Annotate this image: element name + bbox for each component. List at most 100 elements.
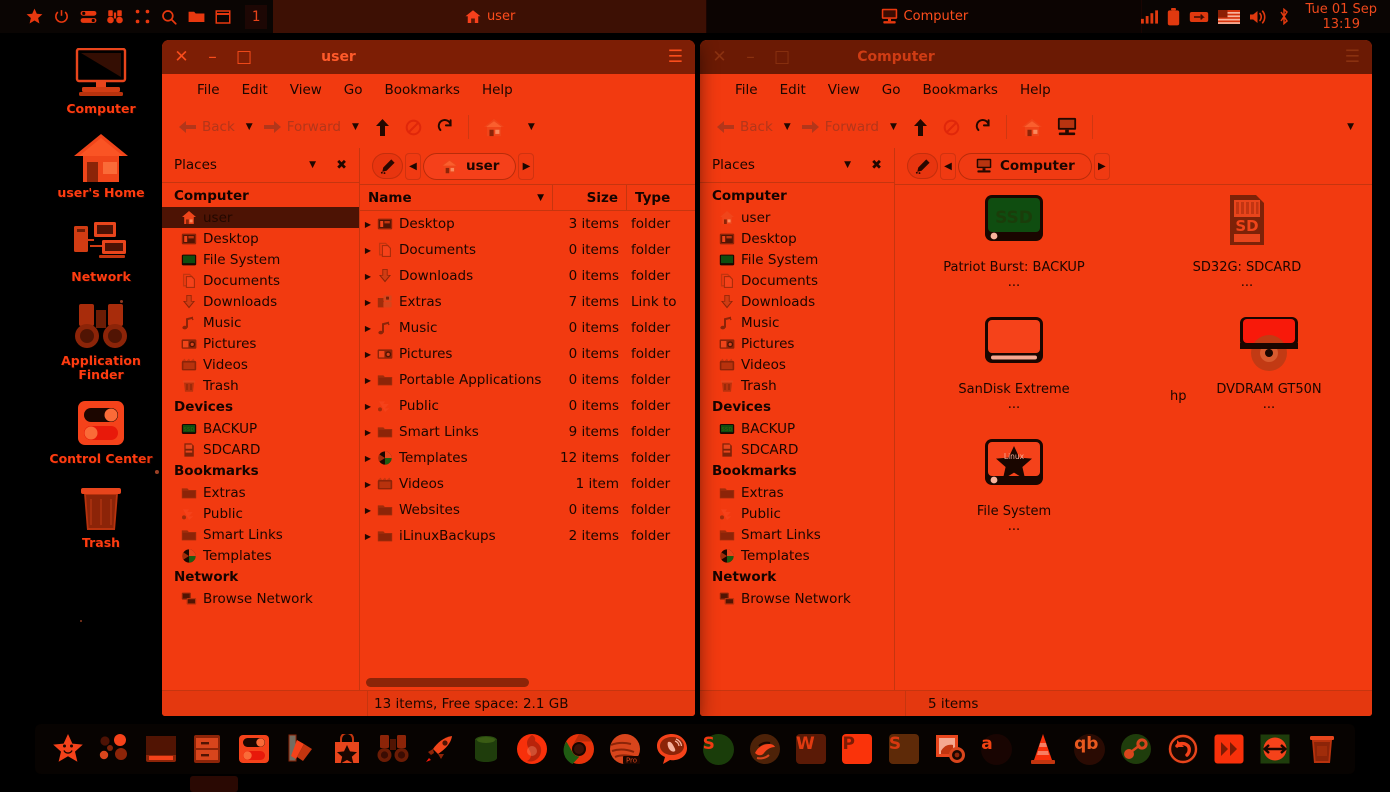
dock-color-palette[interactable]: [281, 730, 319, 768]
column-header-name[interactable]: Name ▼: [360, 184, 553, 211]
desktop-icon-trash[interactable]: Trash: [40, 480, 162, 550]
expander-icon[interactable]: ▶: [360, 454, 376, 463]
dock-trash-cylinder[interactable]: [467, 730, 505, 768]
column-header-type[interactable]: Type: [627, 185, 695, 211]
expander-icon[interactable]: ▶: [360, 350, 376, 359]
back-history-caret[interactable]: ▼: [778, 122, 797, 132]
dock-rocket[interactable]: [421, 730, 459, 768]
table-row[interactable]: ▶ Public 0 items folder: [360, 393, 695, 419]
menu-view[interactable]: View: [281, 79, 331, 101]
sidebar-item-videos[interactable]: Videos: [700, 354, 894, 375]
computer-item-sdcard[interactable]: SD SD32G: SDCARD ...: [1172, 191, 1322, 291]
file-rows[interactable]: ▶ Desktop 3 items folder ▶ Documents 0 items fo…: [360, 211, 695, 674]
table-row[interactable]: ▶ Templates 12 items folder: [360, 445, 695, 471]
sidebar-item-public[interactable]: Public: [162, 503, 359, 524]
sidebar-list[interactable]: Computer user Desktop File System Documents D…: [162, 182, 359, 690]
file-manager-window-user[interactable]: ✕ – □ user ☰ File Edit View Go Bookmarks…: [162, 40, 695, 716]
breadcrumb-user[interactable]: user: [423, 152, 517, 180]
menu-edit[interactable]: Edit: [771, 79, 815, 101]
toggle-switch-icon[interactable]: [76, 6, 100, 28]
horizontal-scrollbar[interactable]: [360, 674, 695, 690]
table-row[interactable]: ▶ Pictures 0 items folder: [360, 341, 695, 367]
dock-restore[interactable]: [1164, 730, 1202, 768]
chevron-down-icon[interactable]: ▼: [1341, 122, 1360, 132]
table-row[interactable]: ▶ Desktop 3 items folder: [360, 211, 695, 237]
desktop-icon-users-home[interactable]: user's Home: [40, 130, 162, 200]
expander-icon[interactable]: ▶: [360, 532, 376, 541]
reload-icon[interactable]: [965, 117, 997, 138]
column-header-size[interactable]: Size: [553, 184, 627, 211]
expander-icon[interactable]: ▶: [360, 428, 376, 437]
sidebar-item-sdcard[interactable]: SDCARD: [700, 439, 894, 460]
search-icon[interactable]: [157, 6, 181, 28]
table-row[interactable]: ▶ Videos 1 item folder: [360, 471, 695, 497]
sidebar-item-documents[interactable]: Documents: [162, 270, 359, 291]
whisker-menu-star-icon[interactable]: [22, 6, 46, 28]
chevron-left-icon[interactable]: ◀: [405, 152, 421, 180]
app-grid-icon[interactable]: [130, 6, 154, 28]
sidebar-item-videos[interactable]: Videos: [162, 354, 359, 375]
dock-teamviewer[interactable]: [1256, 730, 1294, 768]
forward-button[interactable]: Forward: [259, 117, 346, 137]
panel-clock[interactable]: Tue 01 Sep 13:19: [1299, 2, 1383, 32]
sidebar-item-music[interactable]: Music: [700, 312, 894, 333]
expander-icon[interactable]: ▶: [360, 246, 376, 255]
arrow-up-icon[interactable]: [365, 117, 395, 138]
sidebar-item-smart-links[interactable]: Smart Links: [700, 524, 894, 545]
menu-view[interactable]: View: [819, 79, 869, 101]
file-manager-window-computer[interactable]: ✕ – □ Computer ☰ File Edit View Go Bookm…: [700, 40, 1372, 716]
expander-icon[interactable]: ▶: [360, 324, 376, 333]
computer-item-filesystem[interactable]: Linux File System ...: [939, 435, 1089, 535]
menu-go[interactable]: Go: [873, 79, 910, 101]
dock-qbittorrent[interactable]: qb: [1071, 730, 1109, 768]
sidebar-header[interactable]: Places ▼ ✖: [162, 148, 359, 182]
sidebar-item-extras[interactable]: Extras: [162, 482, 359, 503]
table-row[interactable]: ▶ Websites 0 items folder: [360, 497, 695, 523]
menu-file[interactable]: File: [726, 79, 767, 101]
reload-icon[interactable]: [427, 117, 459, 138]
window-icon[interactable]: [211, 6, 235, 28]
table-row[interactable]: ▶ iLinuxBackups 2 items folder: [360, 523, 695, 549]
dock-app-finder[interactable]: [374, 730, 412, 768]
stop-icon[interactable]: [933, 117, 965, 138]
expander-icon[interactable]: ▶: [360, 376, 376, 385]
sidebar-item-pictures[interactable]: Pictures: [162, 333, 359, 354]
desktop-icon-control-center[interactable]: Control Center: [40, 396, 162, 466]
close-sidebar-icon[interactable]: ✖: [322, 158, 347, 173]
file-list[interactable]: Name ▼ Size Type ▶ Desktop 3 items folder ▶ D…: [360, 184, 695, 690]
dock-audio-app[interactable]: a: [978, 730, 1016, 768]
sort-descending-icon[interactable]: ▼: [537, 193, 544, 203]
window-menu-icon[interactable]: ☰: [668, 47, 683, 67]
battery-icon[interactable]: [1167, 7, 1180, 26]
forward-button[interactable]: Forward: [797, 117, 884, 137]
computer-item-dvdram[interactable]: DVDRAM GT50N ...: [1194, 313, 1344, 413]
pencil-icon[interactable]: [907, 153, 938, 179]
expander-icon[interactable]: ▶: [360, 506, 376, 515]
dock-mask-app[interactable]: [746, 730, 784, 768]
dock-control-center[interactable]: [235, 730, 273, 768]
menu-bookmarks[interactable]: Bookmarks: [376, 79, 469, 101]
menu-edit[interactable]: Edit: [233, 79, 277, 101]
table-row[interactable]: ▶ Extras 7 items Link to: [360, 289, 695, 315]
sidebar-item-music[interactable]: Music: [162, 312, 359, 333]
arrow-up-icon[interactable]: [903, 117, 933, 138]
dock-firefox[interactable]: [513, 730, 551, 768]
bluetooth-icon[interactable]: [1278, 8, 1290, 25]
chevron-right-icon[interactable]: ▶: [518, 152, 535, 180]
expander-icon[interactable]: ▶: [360, 480, 376, 489]
workspace-indicator[interactable]: 1: [245, 4, 267, 29]
dock-viber[interactable]: [653, 730, 691, 768]
back-button[interactable]: Back: [174, 117, 240, 137]
signal-bars-icon[interactable]: [1141, 9, 1159, 24]
close-icon[interactable]: ✕: [174, 48, 189, 66]
taskbar-item-computer[interactable]: Computer: [707, 0, 1142, 33]
sidebar-list[interactable]: Computer user Desktop File System Documents D…: [700, 182, 894, 690]
chevron-left-icon[interactable]: ◀: [940, 152, 956, 180]
desktop-icon-application-finder[interactable]: Application Finder: [40, 298, 162, 382]
sidebar-item-smart-links[interactable]: Smart Links: [162, 524, 359, 545]
computer-item-sandisk[interactable]: SanDisk Extreme ...: [939, 313, 1089, 413]
menu-help[interactable]: Help: [473, 79, 522, 101]
chevron-down-icon[interactable]: ▼: [510, 122, 541, 132]
binoculars-icon[interactable]: [103, 6, 127, 28]
pencil-icon[interactable]: [372, 153, 403, 179]
